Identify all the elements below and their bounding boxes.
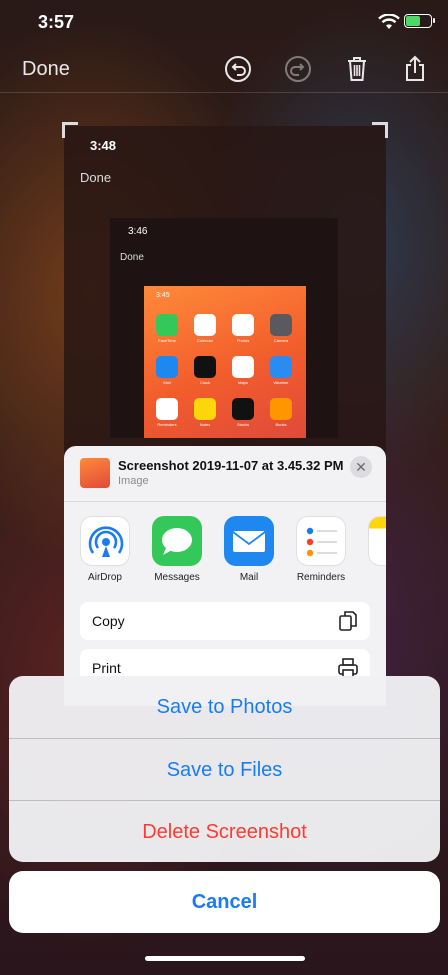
crop-handle-top-left[interactable] (62, 122, 78, 138)
close-icon[interactable]: ✕ (350, 456, 372, 478)
share-icon[interactable] (400, 54, 430, 84)
done-button[interactable]: Done (22, 58, 70, 81)
home-app-label: Stocks (236, 422, 249, 427)
home-app-label: Photos (236, 338, 250, 343)
delete-screenshot-button[interactable]: Delete Screenshot (9, 800, 440, 862)
copy-icon (338, 610, 358, 632)
preview-done-label: Done (80, 170, 112, 185)
nested-status-time: 3:46 (128, 226, 148, 237)
share-sheet-header: Screenshot 2019-11-07 at 3.45.32 PM Imag… (64, 446, 386, 502)
battery-icon (404, 14, 435, 28)
home-app-label: Weather (273, 380, 289, 385)
crop-handle-top-right[interactable] (372, 122, 388, 138)
mail-icon[interactable] (224, 516, 274, 566)
markup-toolbar: Done (0, 46, 448, 92)
home-indicator (145, 956, 305, 961)
status-bar: 3:57 (0, 0, 448, 46)
wifi-icon (378, 13, 400, 35)
home-app-icon (194, 356, 216, 378)
home-app-icon (232, 356, 254, 378)
toolbar-divider (0, 92, 448, 93)
home-app-label: Notes (199, 422, 211, 427)
screenshot-thumbnail (80, 458, 110, 488)
home-app-icon (232, 398, 254, 420)
home-app-icon (270, 356, 292, 378)
redo-icon[interactable] (283, 54, 313, 84)
save-to-photos-button[interactable]: Save to Photos (9, 676, 440, 738)
copy-label: Copy (92, 613, 125, 629)
reminders-icon[interactable] (296, 516, 346, 566)
home-app-label: Maps (238, 380, 248, 385)
share-app-label: Reminders (296, 572, 346, 583)
airdrop-icon[interactable] (80, 516, 130, 566)
home-app-icon (156, 314, 178, 336)
home-app-icon (270, 398, 292, 420)
share-subtitle: Image (118, 475, 149, 487)
share-app-label: N (360, 572, 386, 583)
undo-icon[interactable] (223, 54, 253, 84)
home-app-label: Clock (199, 380, 210, 385)
print-label: Print (92, 660, 121, 676)
messages-icon[interactable] (152, 516, 202, 566)
home-app-icon (156, 356, 178, 378)
home-app-icon (194, 398, 216, 420)
status-time: 3:57 (38, 12, 75, 32)
home-app-label: Calendar (196, 338, 214, 343)
home-app-icon (194, 314, 216, 336)
share-app-label: Messages (154, 572, 200, 583)
save-to-files-button[interactable]: Save to Files (9, 738, 440, 800)
home-screen-thumbnail: 3:45 FaceTime Calendar Photos Camera Mail Clo… (144, 286, 306, 438)
share-sheet: Screenshot 2019-11-07 at 3.45.32 PM Imag… (64, 446, 386, 706)
cancel-button[interactable]: Cancel (9, 871, 440, 933)
home-app-label: Mail (163, 380, 171, 385)
notes-icon[interactable] (368, 516, 386, 566)
home-app-label: Camera (273, 338, 289, 343)
share-app-label: AirDrop (88, 572, 122, 583)
home-app-icon (270, 314, 292, 336)
home-app-icon (232, 314, 254, 336)
nested-screenshot: 3:46 Done 3:45 FaceTime Calendar Photos Cam… (110, 218, 338, 438)
share-app-label: Mail (239, 572, 259, 583)
share-title: Screenshot 2019-11-07 at 3.45.32 PM (118, 458, 344, 473)
home-app-label: Reminders (157, 422, 177, 427)
home-app-label: Books (275, 422, 287, 427)
home-app-label: FaceTime (158, 338, 176, 343)
preview-status-time: 3:48 (90, 138, 117, 153)
home-app-icon (156, 398, 178, 420)
trash-icon[interactable] (342, 54, 372, 84)
home-status-time: 3:45 (156, 292, 170, 299)
nested-done-label: Done (120, 252, 144, 263)
action-sheet: Save to Photos Save to Files Delete Scre… (9, 676, 440, 862)
copy-action[interactable]: Copy (80, 602, 370, 640)
